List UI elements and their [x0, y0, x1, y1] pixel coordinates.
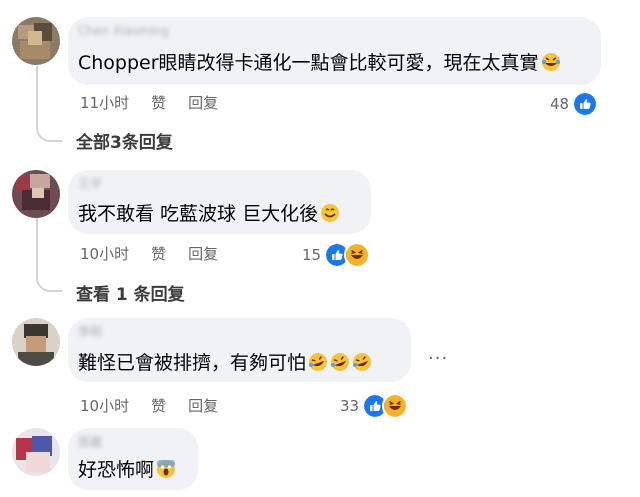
comment-actions: 11小时 赞 回复 — [80, 93, 240, 113]
avatar[interactable] — [12, 170, 60, 218]
reaction-summary[interactable]: 48 — [550, 91, 599, 117]
view-replies-link[interactable]: 全部3条回复 — [76, 128, 173, 153]
smile-emoji-icon — [320, 203, 340, 229]
comment-actions: 10小时 赞 回复 — [80, 396, 240, 416]
comment-text: 好恐怖啊 — [78, 458, 176, 485]
reaction-count: 15 — [302, 246, 322, 264]
thread-connector — [36, 274, 62, 292]
reaction-summary[interactable]: 15 — [302, 242, 371, 268]
comment-text: Chopper眼睛改得卡通化一點會比較可愛，現在太真實 — [78, 51, 561, 78]
like-button[interactable]: 赞 — [151, 93, 166, 113]
avatar[interactable] — [12, 17, 60, 65]
reaction-count: 33 — [340, 397, 360, 415]
comment-bubble: 李明 難怪已會被排擠，有夠可怕 — [68, 318, 411, 382]
thread-line — [36, 66, 38, 126]
rofl-emoji-icon — [352, 352, 372, 378]
haha-reaction-icon — [382, 393, 409, 419]
reply-button[interactable]: 回复 — [188, 244, 218, 264]
view-replies-link[interactable]: 查看 1 条回复 — [76, 280, 185, 305]
comment-author[interactable]: 王宇 — [78, 178, 102, 190]
like-button[interactable]: 赞 — [151, 244, 166, 264]
reaction-count: 48 — [550, 95, 570, 113]
comment-time[interactable]: 10小时 — [80, 244, 129, 264]
comment-actions: 10小时 赞 回复 — [80, 244, 240, 264]
reply-button[interactable]: 回复 — [188, 93, 218, 113]
reaction-summary[interactable]: 33 — [340, 393, 409, 419]
laugh-tears-emoji-icon — [541, 52, 561, 78]
comment-text: 我不敢看 吃藍波球 巨大化後 — [78, 202, 340, 229]
like-button[interactable]: 赞 — [151, 396, 166, 416]
avatar[interactable] — [12, 318, 60, 366]
like-reaction-icon — [572, 91, 599, 117]
comment-author[interactable]: Chen Xiaoming — [78, 25, 169, 37]
haha-reaction-icon — [344, 242, 371, 268]
comment-bubble: 王宇 我不敢看 吃藍波球 巨大化後 — [68, 170, 371, 234]
thread-line — [36, 218, 38, 276]
thread-connector — [36, 124, 62, 142]
comment-text: 難怪已會被排擠，有夠可怕 — [78, 351, 372, 378]
comment-bubble: 張麗 好恐怖啊 — [68, 428, 198, 490]
rofl-emoji-icon — [330, 352, 350, 378]
reply-button[interactable]: 回复 — [188, 396, 218, 416]
comment-time[interactable]: 10小时 — [80, 396, 129, 416]
comment-author[interactable]: 張麗 — [78, 436, 102, 448]
more-options-button[interactable]: ··· — [428, 348, 448, 369]
comment-time[interactable]: 11小时 — [80, 93, 129, 113]
comment-author[interactable]: 李明 — [78, 326, 102, 338]
scream-emoji-icon — [156, 459, 176, 485]
rofl-emoji-icon — [308, 352, 328, 378]
comment-bubble: Chen Xiaoming Chopper眼睛改得卡通化一點會比較可愛，現在太真… — [68, 17, 601, 85]
avatar[interactable] — [12, 428, 60, 476]
